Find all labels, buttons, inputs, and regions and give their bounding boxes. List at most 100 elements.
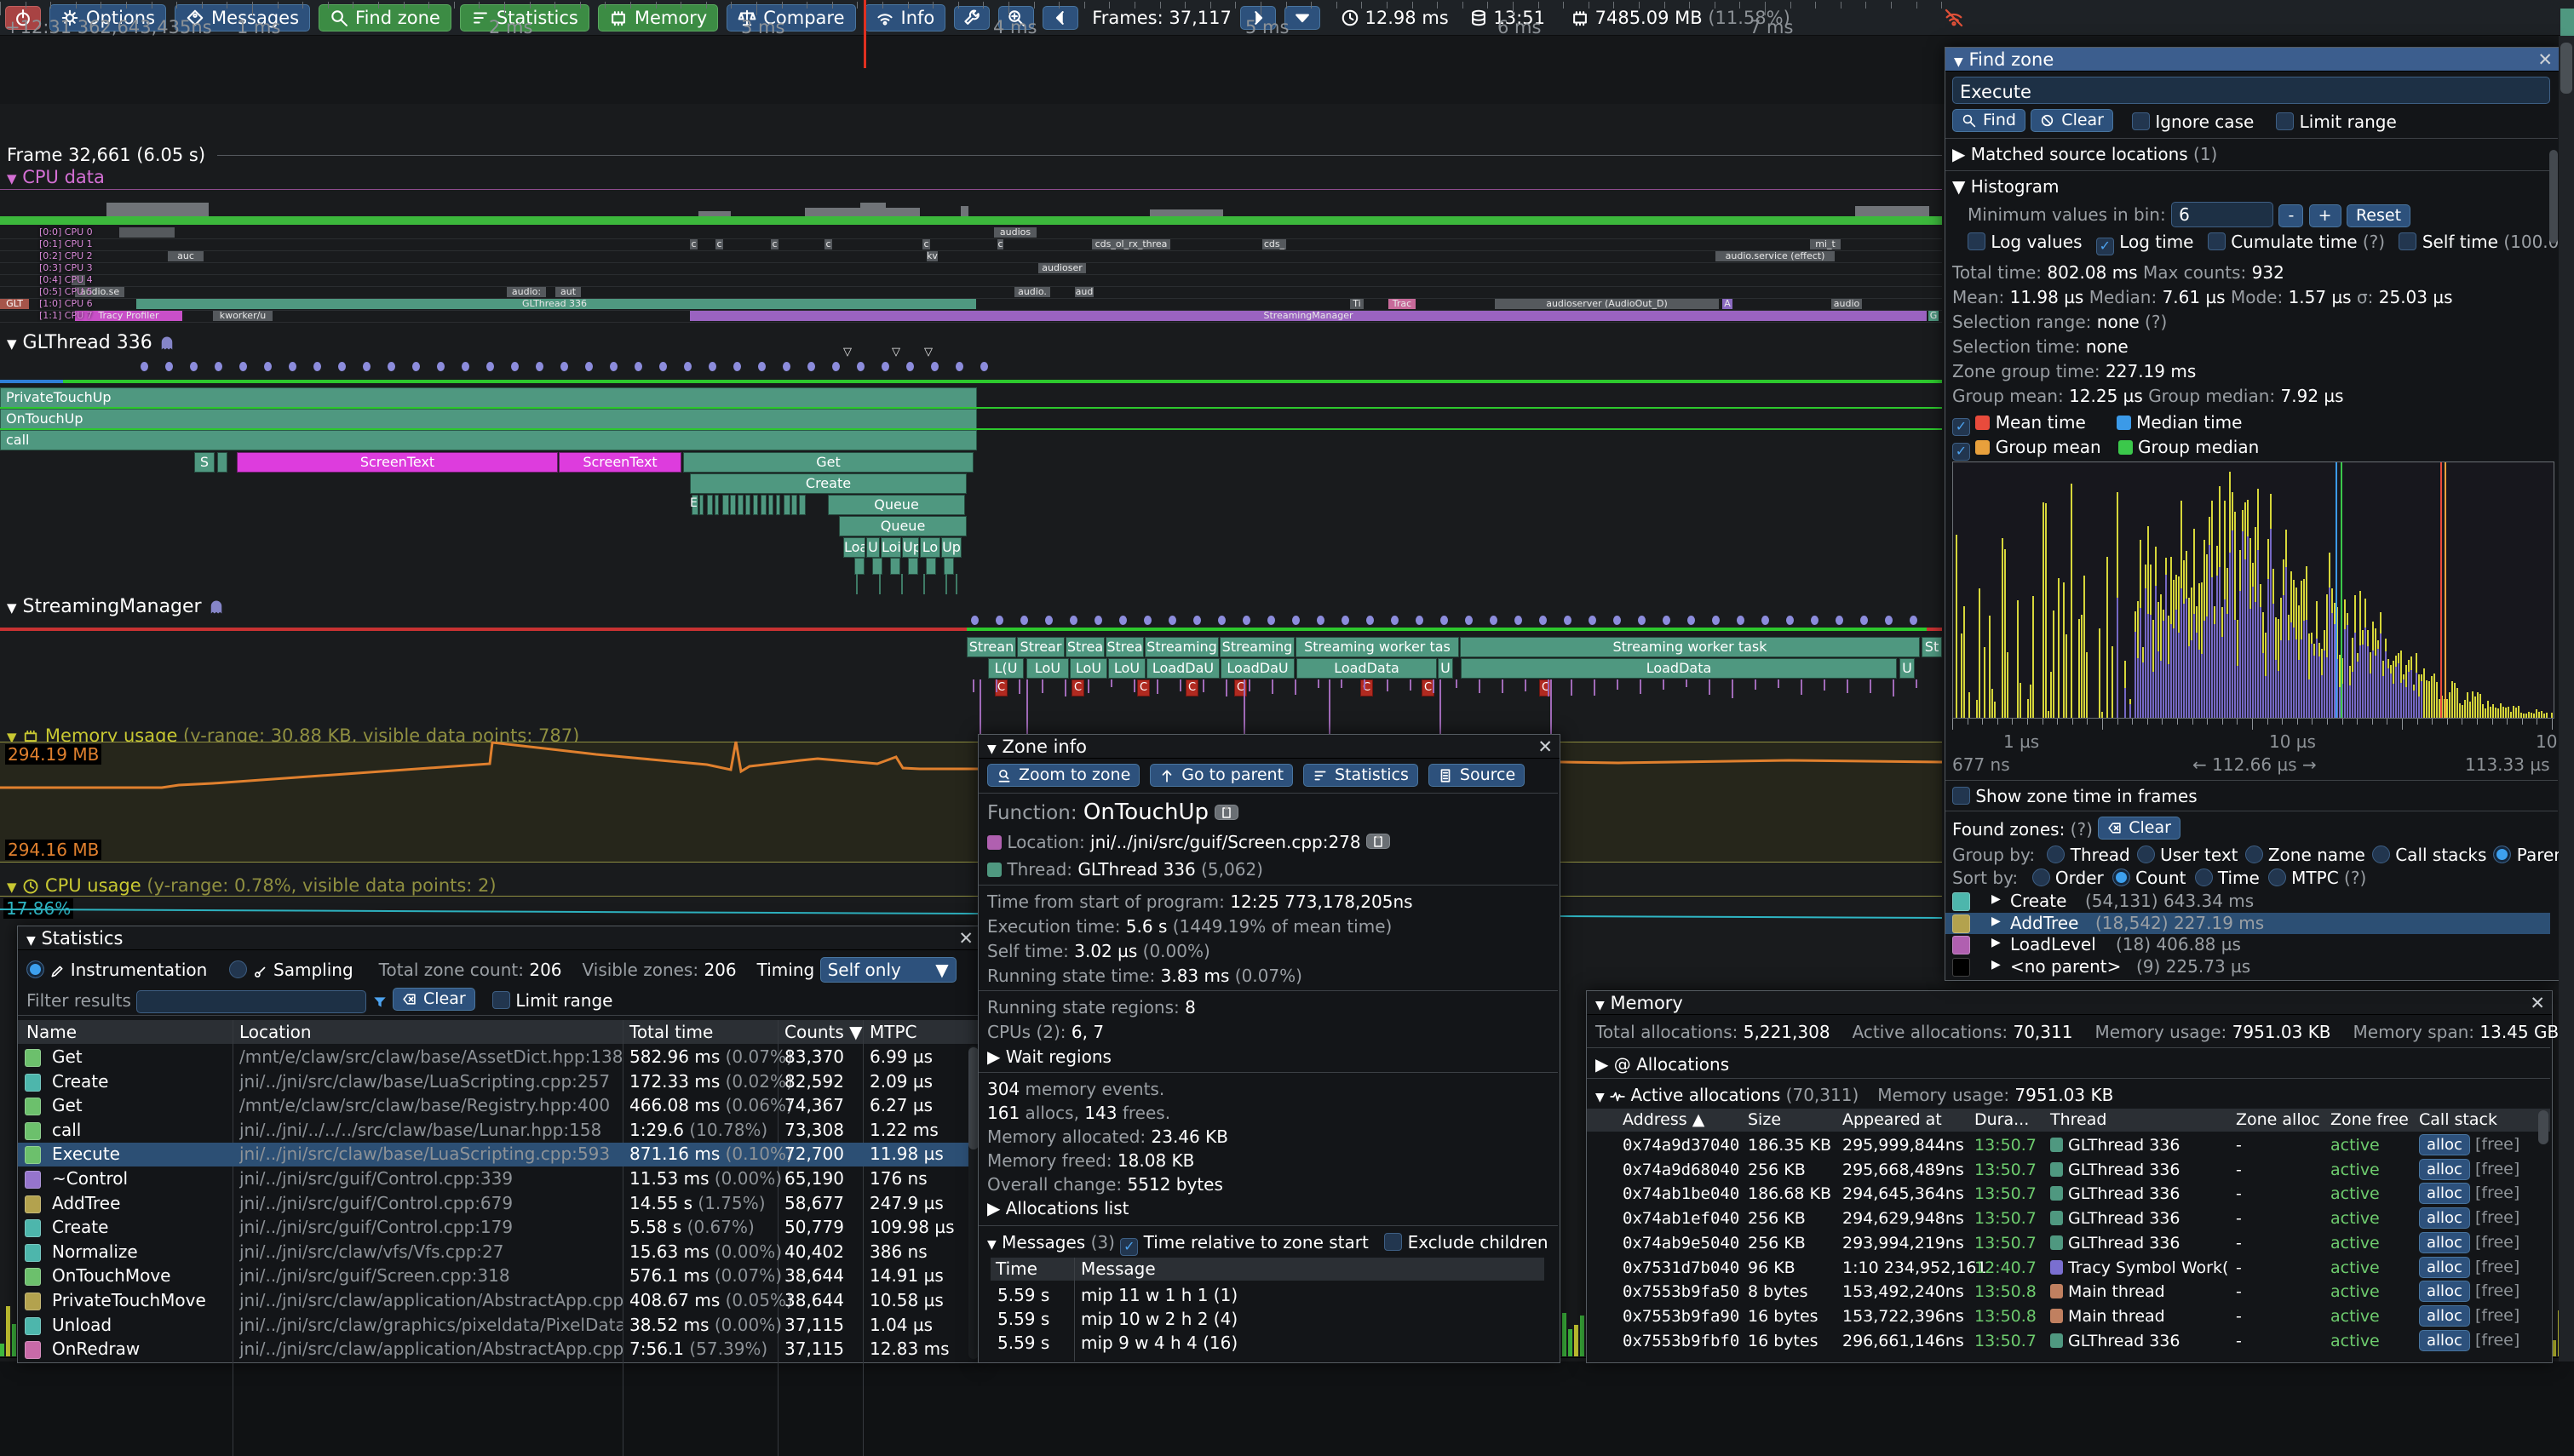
alloc-callstack-button[interactable]: alloc: [2419, 1207, 2470, 1229]
group-by-thread-radio[interactable]: [2047, 846, 2065, 863]
statistics-row[interactable]: OnRedrawjni/../jni/src/claw/application/…: [18, 1338, 970, 1361]
source-button[interactable]: Source: [1428, 764, 1525, 787]
column-header-counts[interactable]: Counts ▼: [784, 1022, 863, 1042]
cpu-zone[interactable]: kworker/u: [213, 311, 273, 321]
zone-span[interactable]: Queue: [839, 516, 967, 536]
column-header-total-time[interactable]: Total time: [629, 1022, 713, 1042]
zone-span[interactable]: ScreenText: [559, 452, 681, 473]
network-off-icon[interactable]: [1944, 8, 1964, 28]
allocation-row[interactable]: 0x74a9d68040256 KB295,668,489ns13:50.7 G…: [1587, 1159, 2541, 1183]
zone-span[interactable]: call: [0, 430, 977, 450]
min-bin-input[interactable]: 6: [2171, 202, 2273, 227]
zone-span[interactable]: L(U: [988, 658, 1024, 679]
find-zone-scroll-thumb[interactable]: [2549, 150, 2558, 244]
allocation-row[interactable]: 0x74ab9e5040256 KB293,994,219ns13:50.7 G…: [1587, 1232, 2541, 1256]
cpu-zone[interactable]: StreamingManager: [690, 311, 1927, 321]
zone-span-red[interactable]: C: [1186, 679, 1198, 696]
found-zones-clear-button[interactable]: Clear: [2098, 817, 2180, 840]
close-icon[interactable]: ✕: [2537, 48, 2553, 72]
statistics-window[interactable]: ▼ Statistics✕ Instrumentation SamplingTo…: [17, 926, 981, 1363]
statistics-row[interactable]: ~Controljni/../jni/src/guif/Control.cpp:…: [18, 1167, 970, 1191]
log-values-checkbox[interactable]: [1968, 232, 1985, 250]
column-header-message[interactable]: Message: [1081, 1258, 1156, 1279]
cpu-zone[interactable]: audio.service (effect): [1715, 251, 1835, 261]
zone-span-red[interactable]: C: [1137, 679, 1150, 696]
cpu-zone[interactable]: audioserver (AudioOut_D): [1495, 299, 1719, 309]
statistics-row[interactable]: AddTreejni/../jni/src/guif/Control.cpp:6…: [18, 1192, 970, 1216]
zone-span[interactable]: Up: [902, 537, 919, 558]
group-mean-swatch[interactable]: [1975, 440, 1990, 455]
zone-span[interactable]: ScreenText: [237, 452, 558, 473]
group-median-swatch[interactable]: [2118, 440, 2133, 455]
cpu-zone[interactable]: cds_ol_rx_threa: [1092, 239, 1170, 249]
find-zone-titlebar[interactable]: ▼ Find zone✕: [1945, 48, 2560, 72]
zone-span[interactable]: U: [866, 537, 880, 558]
zone-span[interactable]: [217, 452, 227, 473]
alloc-callstack-button[interactable]: alloc: [2419, 1257, 2470, 1278]
cpu-data-header[interactable]: ▼ CPU data: [7, 167, 105, 187]
zone-span[interactable]: Strea: [1106, 637, 1144, 657]
copy-button[interactable]: [1215, 805, 1238, 820]
allocations-collapsed[interactable]: ▶ @ Allocations: [1595, 1054, 1729, 1075]
zone-span[interactable]: Streaming worker tas: [1296, 637, 1459, 657]
zone-span[interactable]: Get: [683, 452, 974, 473]
found-zone-group[interactable]: ▶AddTree(18,542) 227.19 ms: [1945, 913, 2550, 934]
zone-span[interactable]: St: [1922, 637, 1942, 657]
statistics-row[interactable]: Executejni/../jni/src/claw/base/LuaScrip…: [18, 1143, 970, 1167]
statistics-row[interactable]: Get/mnt/e/claw/src/claw/base/Registry.hp…: [18, 1094, 970, 1118]
zone-span[interactable]: Strea: [1066, 637, 1105, 657]
found-zone-group[interactable]: ▶Create(54,131) 643.34 ms: [1945, 891, 2550, 912]
instrumentation-radio[interactable]: [26, 960, 44, 978]
statistics-row[interactable]: Createjni/../jni/src/guif/Control.cpp:17…: [18, 1216, 970, 1240]
zone-span[interactable]: LoadDaU: [1221, 658, 1295, 679]
sort-by-time-radio[interactable]: [2195, 868, 2213, 886]
alloc-callstack-button[interactable]: alloc: [2419, 1159, 2470, 1180]
zone-span[interactable]: U: [1899, 658, 1915, 679]
close-icon[interactable]: ✕: [958, 926, 974, 950]
cpu-zone[interactable]: c: [715, 239, 723, 249]
cpu-zone[interactable]: auc: [168, 251, 204, 261]
time-relative-checkbox[interactable]: [1120, 1238, 1138, 1256]
cpu-zone[interactable]: c: [824, 239, 832, 249]
show-zone-time-checkbox[interactable]: [1952, 787, 1970, 805]
cpu-zone[interactable]: audio.: [1014, 287, 1050, 297]
found-zone-group[interactable]: ▶LoadLevel(18) 406.88 µs: [1945, 934, 2550, 955]
go-to-parent-button[interactable]: Go to parent: [1150, 764, 1293, 787]
cpu-zone[interactable]: [962, 299, 976, 309]
statistics-button[interactable]: Statistics: [1303, 764, 1418, 787]
statistics-titlebar[interactable]: ▼ Statistics✕: [18, 926, 980, 950]
sampling-radio[interactable]: [229, 960, 247, 978]
zoom-to-zone-button[interactable]: Zoom to zone: [987, 764, 1140, 787]
time-ruler[interactable]: +12:31 362,643,435ns1 ms2 ms3 ms4 ms5 ms…: [0, 104, 1942, 145]
zone-span[interactable]: U: [1438, 658, 1453, 679]
sort-by-mtpc-radio[interactable]: [2268, 868, 2286, 886]
column-header-name[interactable]: Name: [26, 1022, 77, 1042]
limit-range-checkbox[interactable]: [492, 991, 510, 1009]
alloc-callstack-button[interactable]: alloc: [2419, 1305, 2470, 1327]
cpu-zone[interactable]: audioser: [1038, 263, 1086, 273]
alloc-callstack-button[interactable]: alloc: [2419, 1330, 2470, 1351]
zone-span[interactable]: LoadData: [1461, 658, 1897, 679]
cpu-zone[interactable]: kv: [927, 251, 938, 261]
allocation-row[interactable]: 0x7553b9fbf016 bytes296,661,146ns13:50.7…: [1587, 1330, 2541, 1354]
active-allocations-header[interactable]: ▼ Active allocations (70,311)Memory usag…: [1595, 1085, 2113, 1105]
cpu-zone[interactable]: audio: [1831, 299, 1862, 309]
memory-button[interactable]: Memory: [598, 4, 718, 32]
column-header-thread[interactable]: Thread: [2050, 1110, 2106, 1129]
zone-span[interactable]: Streaming: [1145, 637, 1219, 657]
sort-by-count-radio[interactable]: [2112, 868, 2130, 886]
frame-set-dropdown[interactable]: [1284, 6, 1320, 30]
cpu-zone[interactable]: Ti: [1350, 299, 1364, 309]
cpu-zone[interactable]: aut: [555, 287, 581, 297]
column-header-dura-[interactable]: Dura...: [1974, 1110, 2029, 1129]
zone-span[interactable]: LoU: [1070, 658, 1107, 679]
clear-filter-button[interactable]: Clear: [393, 988, 475, 1011]
column-header-time[interactable]: Time: [996, 1258, 1037, 1279]
zone-span[interactable]: Loa: [843, 537, 865, 558]
cpu-zone[interactable]: c: [771, 239, 779, 249]
cpu-zone[interactable]: audio:: [507, 287, 546, 297]
cpu-zone[interactable]: Trac: [1388, 299, 1416, 309]
min-bin-increment-button[interactable]: +: [2309, 204, 2341, 227]
find-zone-search-input[interactable]: Execute: [1952, 77, 2550, 104]
zone-span[interactable]: LoU: [1026, 658, 1069, 679]
